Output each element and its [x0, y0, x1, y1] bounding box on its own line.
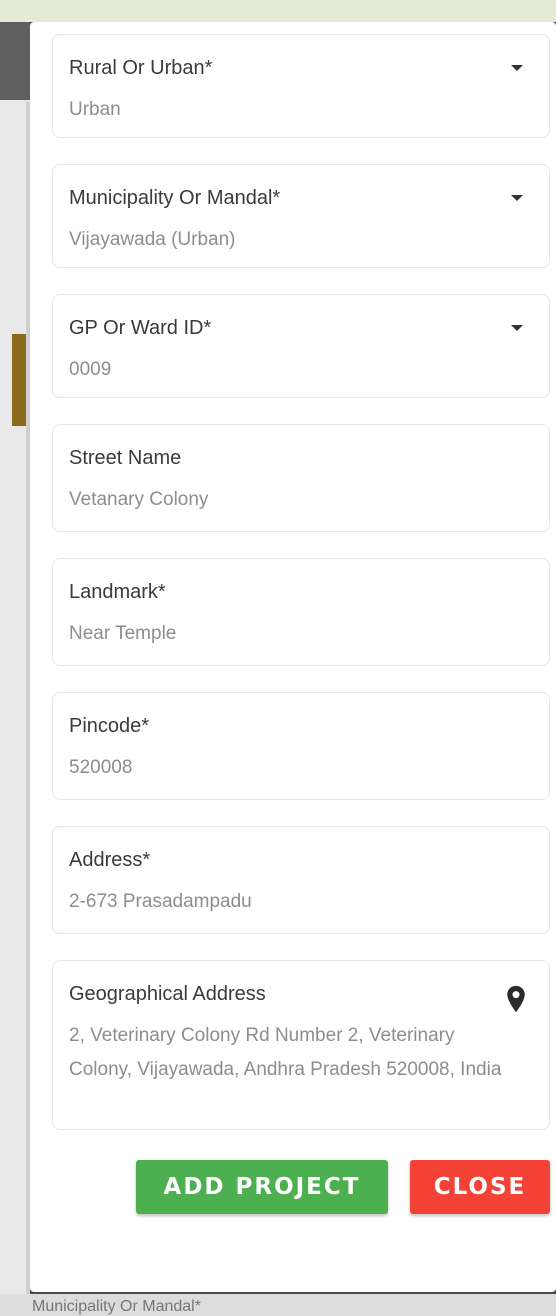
- field-label: Geographical Address: [69, 983, 266, 1005]
- geographical-address-field[interactable]: Geographical Address 2, Veterinary Colon…: [52, 960, 550, 1130]
- field-value: Urban: [69, 99, 121, 120]
- field-label: Rural Or Urban*: [69, 57, 213, 79]
- field-label: Street Name: [69, 447, 182, 469]
- field-value: 2, Veterinary Colony Rd Number 2, Veteri…: [69, 1025, 502, 1080]
- add-project-button[interactable]: ADD PROJECT: [136, 1160, 388, 1214]
- field-label: Address*: [69, 849, 151, 871]
- field-value: 0009: [69, 359, 112, 380]
- add-project-modal: Rural Or Urban* Urban Municipality Or Ma…: [30, 22, 556, 1292]
- pincode-field[interactable]: Pincode* 520008: [52, 692, 550, 800]
- field-value: Vijayawada (Urban): [69, 229, 236, 250]
- gp-or-ward-id-dropdown[interactable]: GP Or Ward ID* 0009: [52, 294, 550, 398]
- field-label: Landmark*: [69, 581, 166, 603]
- background-form-peek: Municipality Or Mandal*: [0, 1294, 556, 1316]
- close-button[interactable]: CLOSE: [410, 1160, 550, 1214]
- background-field-label: Municipality Or Mandal*: [32, 1298, 201, 1315]
- caret-down-icon[interactable]: [511, 195, 523, 201]
- field-value: Near Temple: [69, 623, 177, 644]
- map-pin-icon[interactable]: [505, 985, 527, 1013]
- field-value: 520008: [69, 757, 133, 778]
- top-strip: [0, 0, 556, 22]
- address-field[interactable]: Address* 2-673 Prasadampadu: [52, 826, 550, 934]
- field-value: Vetanary Colony: [69, 489, 209, 510]
- field-value: 2-673 Prasadampadu: [69, 891, 252, 912]
- field-label: GP Or Ward ID*: [69, 317, 212, 339]
- background-page: [0, 22, 30, 1316]
- street-name-field[interactable]: Street Name Vetanary Colony: [52, 424, 550, 532]
- field-label: Municipality Or Mandal*: [69, 187, 281, 209]
- caret-down-icon[interactable]: [511, 325, 523, 331]
- field-label: Pincode*: [69, 715, 150, 737]
- landmark-field[interactable]: Landmark* Near Temple: [52, 558, 550, 666]
- rural-or-urban-dropdown[interactable]: Rural Or Urban* Urban: [52, 34, 550, 138]
- background-header: [0, 22, 30, 100]
- caret-down-icon[interactable]: [511, 65, 523, 71]
- municipality-or-mandal-dropdown[interactable]: Municipality Or Mandal* Vijayawada (Urba…: [52, 164, 550, 268]
